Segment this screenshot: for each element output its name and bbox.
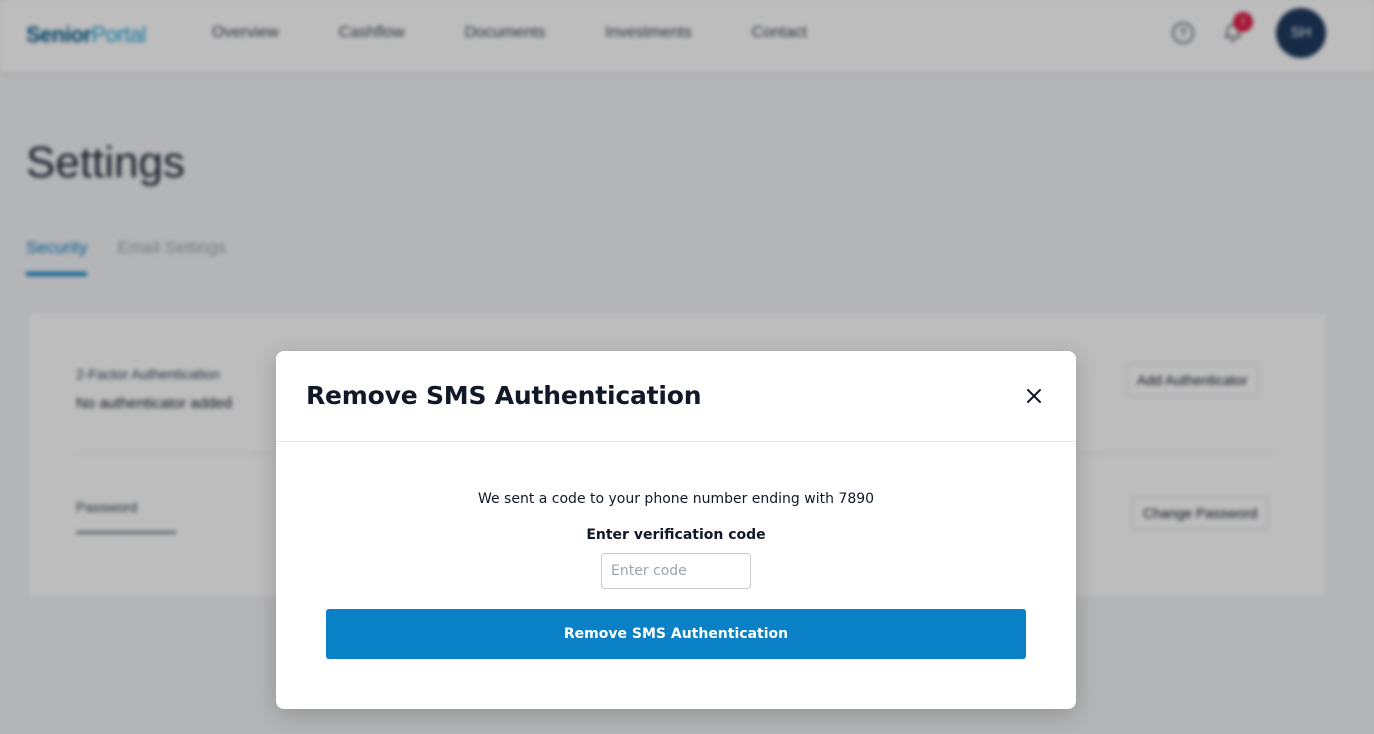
verification-code-input[interactable] bbox=[601, 553, 751, 589]
remove-sms-modal: Remove SMS Authentication We sent a code… bbox=[276, 351, 1076, 709]
remove-sms-authentication-button[interactable]: Remove SMS Authentication bbox=[326, 609, 1026, 659]
code-sent-message: We sent a code to your phone number endi… bbox=[477, 491, 875, 507]
modal-header: Remove SMS Authentication bbox=[276, 351, 1076, 442]
close-icon[interactable] bbox=[1022, 384, 1046, 408]
modal-title: Remove SMS Authentication bbox=[306, 381, 702, 410]
verification-code-label: Enter verification code bbox=[586, 527, 766, 543]
